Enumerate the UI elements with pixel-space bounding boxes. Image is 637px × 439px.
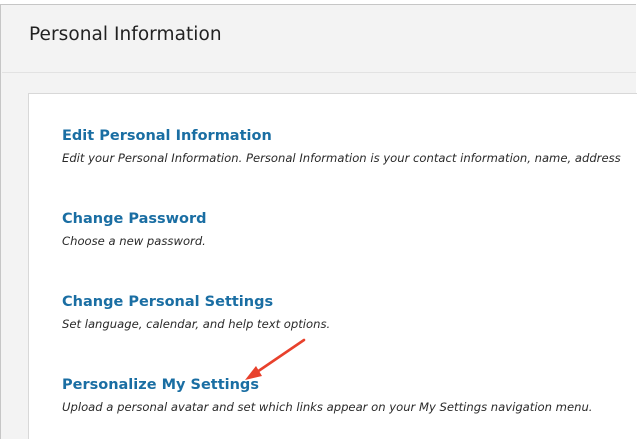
arrow-icon [245, 338, 306, 380]
list-item-personalize-my-settings: Personalize My Settings Upload a persona… [62, 377, 637, 414]
page-title: Personal Information [29, 24, 222, 45]
change-personal-settings-description: Set language, calendar, and help text op… [62, 317, 331, 331]
change-password-description: Choose a new password. [62, 234, 206, 248]
personal-information-module: Personal Information Edit Personal Infor… [0, 4, 637, 439]
annotation-arrow-shape [245, 338, 306, 380]
header-divider [2, 72, 636, 73]
change-personal-settings-link[interactable]: Change Personal Settings [62, 294, 637, 310]
list-item-change-personal-settings: Change Personal Settings Set language, c… [62, 294, 637, 331]
personalize-my-settings-link[interactable]: Personalize My Settings [62, 377, 637, 393]
personalize-my-settings-description: Upload a personal avatar and set which l… [62, 400, 593, 414]
edit-personal-information-description: Edit your Personal Information. Personal… [62, 151, 621, 165]
change-password-link[interactable]: Change Password [62, 211, 637, 227]
list-item-edit-personal-information: Edit Personal Information Edit your Pers… [62, 128, 637, 165]
list-item-change-password: Change Password Choose a new password. [62, 211, 637, 248]
edit-personal-information-link[interactable]: Edit Personal Information [62, 128, 637, 144]
content-panel: Edit Personal Information Edit your Pers… [28, 93, 637, 439]
